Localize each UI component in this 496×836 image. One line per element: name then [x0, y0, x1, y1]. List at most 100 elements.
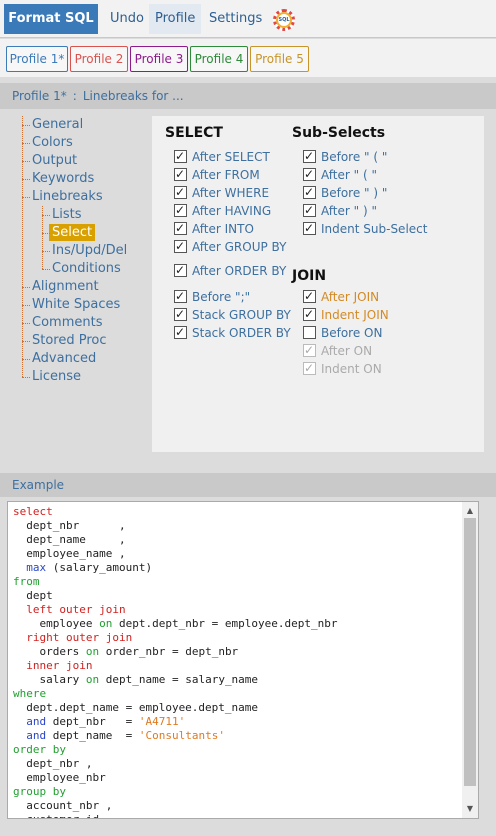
code-token: dept_name , [13, 533, 126, 546]
profile-tab-5[interactable]: Profile 5 [250, 46, 309, 72]
tree-item-advanced[interactable]: Advanced [20, 350, 148, 368]
join-section-title: JOIN [292, 268, 327, 284]
select-option-8[interactable]: Stack GROUP BY [174, 306, 291, 323]
profile-tab-2[interactable]: Profile 2 [70, 46, 128, 72]
tree-item-license[interactable]: License [20, 368, 148, 386]
code-token: orders [13, 645, 86, 658]
join-option-label: Indent JOIN [321, 308, 389, 322]
tree-item-conditions[interactable]: Conditions [20, 260, 148, 278]
select-option-4[interactable]: After INTO [174, 220, 254, 237]
code-token: left outer join [26, 603, 126, 616]
select-option-6[interactable]: After ORDER BY [174, 262, 287, 279]
select-checkbox-9[interactable] [174, 324, 187, 340]
select-checkbox-5[interactable] [174, 238, 187, 254]
select-option-3[interactable]: After HAVING [174, 202, 272, 219]
code-token: group by [13, 785, 66, 798]
join-option-label: Before ON [321, 326, 383, 340]
join-option-3: After ON [303, 342, 372, 359]
select-option-label: After INTO [192, 222, 254, 236]
subselect-checkbox-3[interactable] [303, 202, 316, 218]
tree-item-colors[interactable]: Colors [20, 134, 148, 152]
select-option-0[interactable]: After SELECT [174, 148, 270, 165]
code-token: 'A4711' [138, 715, 186, 728]
subselect-option-3[interactable]: After " ) " [303, 202, 377, 219]
subselect-option-4[interactable]: Indent Sub-Select [303, 220, 428, 237]
select-checkbox-6[interactable] [174, 262, 187, 278]
example-code-view[interactable]: select dept_nbr , dept_name , employee_n… [7, 501, 479, 819]
tree-item-comments[interactable]: Comments [20, 314, 148, 332]
code-token: order_nbr = dept_nbr [99, 645, 239, 658]
profile-menu-item[interactable]: Profile [149, 4, 202, 34]
select-checkbox-1[interactable] [174, 166, 187, 182]
code-token: dept.dept_nbr = employee.dept_nbr [112, 617, 338, 630]
select-checkbox-4[interactable] [174, 220, 187, 236]
subselect-section-title: Sub-Selects [292, 125, 386, 141]
code-token: dept_nbr , [13, 519, 126, 532]
select-option-7[interactable]: Before ";" [174, 288, 250, 305]
subselect-option-1[interactable]: After " ( " [303, 166, 377, 183]
code-token: from [13, 575, 40, 588]
join-option-0[interactable]: After JOIN [303, 288, 379, 305]
tree-item-general[interactable]: General [20, 116, 148, 134]
subselect-option-0[interactable]: Before " ( " [303, 148, 387, 165]
subselect-checkbox-0[interactable] [303, 148, 316, 164]
tree-item-white-spaces[interactable]: White Spaces [20, 296, 148, 314]
join-option-1[interactable]: Indent JOIN [303, 306, 389, 323]
select-option-5[interactable]: After GROUP BY [174, 238, 287, 255]
select-option-label: After ORDER BY [192, 264, 287, 278]
profile-tab-4[interactable]: Profile 4 [190, 46, 248, 72]
profile-tab-1[interactable]: Profile 1* [6, 46, 68, 72]
select-option-9[interactable]: Stack ORDER BY [174, 324, 291, 341]
select-option-2[interactable]: After WHERE [174, 184, 269, 201]
join-option-2[interactable]: Before ON [303, 325, 382, 341]
code-token: inner join [26, 659, 93, 672]
settings-menu-item[interactable]: Settings [209, 4, 262, 34]
select-option-1[interactable]: After FROM [174, 166, 260, 183]
subselect-option-label: Indent Sub-Select [321, 222, 428, 236]
subselect-option-2[interactable]: Before " ) " [303, 184, 387, 201]
code-scrollbar[interactable]: ▲ ▼ [462, 502, 478, 818]
scroll-down-arrow-icon[interactable]: ▼ [462, 802, 478, 816]
scrollbar-thumb[interactable] [464, 518, 476, 786]
tree-item-stored-proc[interactable]: Stored Proc [20, 332, 148, 350]
undo-menu-item[interactable]: Undo [110, 4, 144, 34]
format-sql-button[interactable]: Format SQL [4, 4, 98, 34]
select-checkbox-3[interactable] [174, 202, 187, 218]
subselect-checkbox-4[interactable] [303, 220, 316, 236]
tree-item-alignment[interactable]: Alignment [20, 278, 148, 296]
tree-item-select[interactable]: Select [20, 224, 148, 242]
code-token: dept_name = [46, 729, 139, 742]
code-token: dept_name = salary_name [99, 673, 259, 686]
select-checkbox-0[interactable] [174, 148, 187, 164]
tree-item-output[interactable]: Output [20, 152, 148, 170]
join-checkbox-0[interactable] [303, 288, 316, 304]
subselect-checkbox-2[interactable] [303, 184, 316, 200]
tree-item-lists[interactable]: Lists [20, 206, 148, 224]
subselect-option-label: After " ) " [321, 204, 377, 218]
select-checkbox-7[interactable] [174, 288, 187, 304]
profile-tab-bar: Profile 1* Profile 2 Profile 3 Profile 4… [0, 39, 496, 77]
scroll-up-arrow-icon[interactable]: ▲ [462, 504, 478, 518]
select-option-label: After HAVING [192, 204, 272, 218]
profile-tab-3[interactable]: Profile 3 [130, 46, 188, 72]
select-option-label: After GROUP BY [192, 240, 287, 254]
code-token: where [13, 687, 47, 700]
tree-item-keywords[interactable]: Keywords [20, 170, 148, 188]
code-token: dept_nbr = [46, 715, 139, 728]
code-token: select [13, 505, 53, 518]
breadcrumb: Profile 1*: Linebreaks for ... [0, 83, 496, 109]
select-checkbox-8[interactable] [174, 306, 187, 322]
join-checkbox-2[interactable] [303, 326, 316, 339]
tree-item-linebreaks[interactable]: Linebreaks [20, 188, 148, 206]
select-option-label: After FROM [192, 168, 260, 182]
tree-item-insupddel[interactable]: Ins/Upd/Del [20, 242, 148, 260]
top-menu-bar: Format SQL Undo Profile Settings SQL [0, 0, 496, 38]
join-checkbox-1[interactable] [303, 306, 316, 322]
subselect-checkbox-1[interactable] [303, 166, 316, 182]
select-checkbox-2[interactable] [174, 184, 187, 200]
